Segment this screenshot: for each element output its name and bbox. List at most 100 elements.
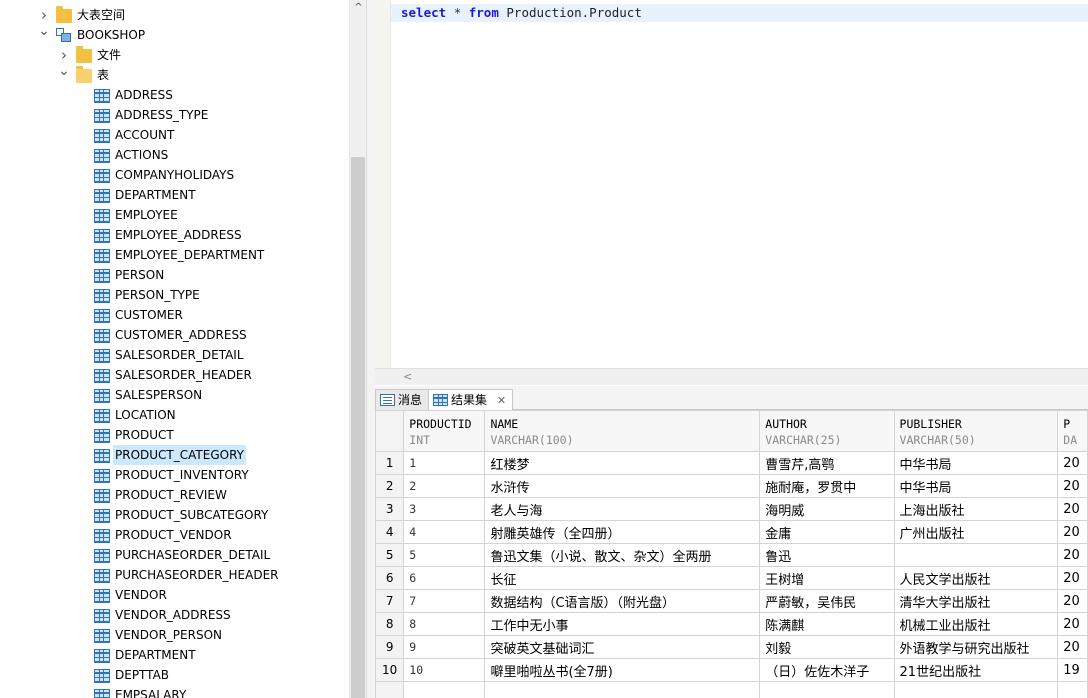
cell-name[interactable]: 工作中无小事 (484, 612, 761, 636)
table-icon (94, 509, 110, 523)
cell-extra[interactable]: 20 (1057, 520, 1088, 544)
cell-extra[interactable]: 20 (1057, 612, 1088, 636)
cell-publisher[interactable] (893, 543, 1059, 567)
table-row[interactable]: 2 2 水浒传 施耐庵，罗贯中 中华书局 20 (375, 474, 1088, 498)
close-icon[interactable]: ✕ (497, 394, 506, 407)
row-number[interactable]: 8 (375, 612, 405, 636)
cell-id[interactable]: 2 (403, 474, 486, 498)
cell-author[interactable]: 鲁迅 (759, 543, 895, 567)
table-row[interactable]: 5 5 鲁迅文集（小说、散文、杂文）全两册 鲁迅 20 (375, 543, 1088, 567)
table-icon (94, 589, 110, 603)
table-row[interactable]: 4 4 射雕英雄传（全四册） 金庸 广州出版社 20 (375, 520, 1088, 544)
cell-author[interactable]: 金庸 (759, 520, 895, 544)
table-row[interactable]: 6 6 长征 王树增 人民文学出版社 20 (375, 566, 1088, 590)
cell-name[interactable]: 突破英文基础词汇 (484, 635, 761, 659)
cell-publisher[interactable]: 广州出版社 (893, 520, 1059, 544)
table-row[interactable]: 7 7 数据结构（C语言版）（附光盘） 严蔚敏，吴伟民 清华大学出版社 20 (375, 589, 1088, 613)
column-header-name[interactable]: NAME VARCHAR(100) (484, 410, 761, 452)
cell-name[interactable]: 长征 (484, 566, 761, 590)
cell-id[interactable]: 7 (403, 589, 486, 613)
cell-extra[interactable]: 20 (1057, 635, 1088, 659)
table-row[interactable]: 8 8 工作中无小事 陈满麒 机械工业出版社 20 (375, 612, 1088, 636)
cell-publisher[interactable]: 中华书局 (893, 474, 1059, 498)
table-row[interactable]: 10 10 噼里啪啦丛书(全7册) （日）佐佐木洋子 21世纪出版社 19 (375, 658, 1088, 682)
empty-row (375, 681, 1088, 698)
cell-extra[interactable]: 19 (1057, 658, 1088, 682)
row-number[interactable]: 3 (375, 497, 405, 521)
cell-id[interactable]: 5 (403, 543, 486, 567)
cell-extra[interactable]: 20 (1057, 543, 1088, 567)
cell-publisher[interactable]: 中华书局 (893, 451, 1059, 475)
table-node-label: EMPLOYEE (115, 208, 178, 222)
table-row[interactable]: 9 9 突破英文基础词汇 刘毅 外语教学与研究出版社 20 (375, 635, 1088, 659)
cell-publisher[interactable]: 人民文学出版社 (893, 566, 1059, 590)
table-node-label: ACCOUNT (115, 128, 175, 142)
column-header-author[interactable]: AUTHOR VARCHAR(25) (759, 410, 895, 452)
cell-author[interactable]: （日）佐佐木洋子 (759, 658, 895, 682)
cell-id[interactable]: 6 (403, 566, 486, 590)
cell-id[interactable]: 9 (403, 635, 486, 659)
cell-name[interactable]: 红楼梦 (484, 451, 761, 475)
tab-messages-label: 消息 (398, 393, 423, 407)
tab-messages[interactable]: 消息 (375, 389, 430, 410)
column-header-publisher[interactable]: PUBLISHER VARCHAR(50) (893, 410, 1059, 452)
row-number[interactable]: 10 (375, 658, 405, 682)
cell-extra[interactable]: 20 (1057, 451, 1088, 475)
cell-publisher[interactable]: 机械工业出版社 (893, 612, 1059, 636)
scroll-up-icon[interactable]: ^ (350, 2, 367, 13)
cell-extra[interactable]: 20 (1057, 474, 1088, 498)
cell-author[interactable]: 施耐庵，罗贯中 (759, 474, 895, 498)
chevron-down-icon[interactable]: ⌄ (38, 21, 50, 41)
table-icon (94, 269, 110, 283)
cell-id[interactable]: 1 (403, 451, 486, 475)
cell-author[interactable]: 海明威 (759, 497, 895, 521)
tree-scrollbar-thumb[interactable] (351, 157, 365, 698)
cell-name[interactable]: 老人与海 (484, 497, 761, 521)
cell-author[interactable]: 王树增 (759, 566, 895, 590)
row-number[interactable]: 6 (375, 566, 405, 590)
cell-name[interactable]: 数据结构（C语言版）（附光盘） (484, 589, 761, 613)
editor-horizontal-scrollbar[interactable]: < (375, 368, 1088, 385)
cell-extra[interactable]: 20 (1057, 566, 1088, 590)
cell-name[interactable]: 水浒传 (484, 474, 761, 498)
cell-publisher[interactable]: 外语教学与研究出版社 (893, 635, 1059, 659)
cell-extra[interactable]: 20 (1057, 589, 1088, 613)
cell-id[interactable]: 8 (403, 612, 486, 636)
scroll-left-icon[interactable]: < (403, 370, 412, 383)
row-number[interactable]: 2 (375, 474, 405, 498)
cell-publisher[interactable]: 清华大学出版社 (893, 589, 1059, 613)
cell-extra[interactable]: 20 (1057, 497, 1088, 521)
table-row[interactable]: 1 1 红楼梦 曹雪芹,高鹗 中华书局 20 (375, 451, 1088, 475)
tab-resultset[interactable]: 结果集 ✕ (428, 389, 514, 411)
sql-code-line[interactable]: select * from Production.Product (401, 5, 642, 20)
tree-scrollbar[interactable]: ^ (349, 0, 366, 698)
chevron-down-icon[interactable]: ⌄ (58, 61, 70, 81)
grid-corner[interactable] (375, 410, 405, 452)
row-number[interactable]: 5 (375, 543, 405, 567)
row-number[interactable]: 4 (375, 520, 405, 544)
row-number[interactable]: 1 (375, 451, 405, 475)
table-row[interactable]: 3 3 老人与海 海明威 上海出版社 20 (375, 497, 1088, 521)
cell-author[interactable]: 刘毅 (759, 635, 895, 659)
cell-id[interactable]: 3 (403, 497, 486, 521)
cell-publisher[interactable]: 21世纪出版社 (893, 658, 1059, 682)
row-number[interactable]: 7 (375, 589, 405, 613)
result-tabs: 消息 结果集 ✕ (375, 386, 1088, 411)
cell-name[interactable]: 鲁迅文集（小说、散文、杂文）全两册 (484, 543, 761, 567)
cell-id[interactable]: 10 (403, 658, 486, 682)
table-icon (94, 429, 110, 443)
grid-header-row: PRODUCTID INT NAME VARCHAR(100) AUTHOR VARC… (375, 410, 1088, 452)
cell-author[interactable]: 严蔚敏，吴伟民 (759, 589, 895, 613)
panel-splitter[interactable] (366, 0, 375, 698)
cell-id[interactable]: 4 (403, 520, 486, 544)
table-icon (94, 289, 110, 303)
cell-author[interactable]: 陈满麒 (759, 612, 895, 636)
column-header-productid[interactable]: PRODUCTID INT (403, 410, 486, 452)
row-number[interactable]: 9 (375, 635, 405, 659)
cell-name[interactable]: 射雕英雄传（全四册） (484, 520, 761, 544)
cell-name[interactable]: 噼里啪啦丛书(全7册) (484, 658, 761, 682)
cell-publisher[interactable]: 上海出版社 (893, 497, 1059, 521)
sql-editor[interactable]: select * from Production.Product (375, 0, 1088, 368)
cell-author[interactable]: 曹雪芹,高鹗 (759, 451, 895, 475)
column-header-truncated[interactable]: P DA (1057, 410, 1088, 452)
